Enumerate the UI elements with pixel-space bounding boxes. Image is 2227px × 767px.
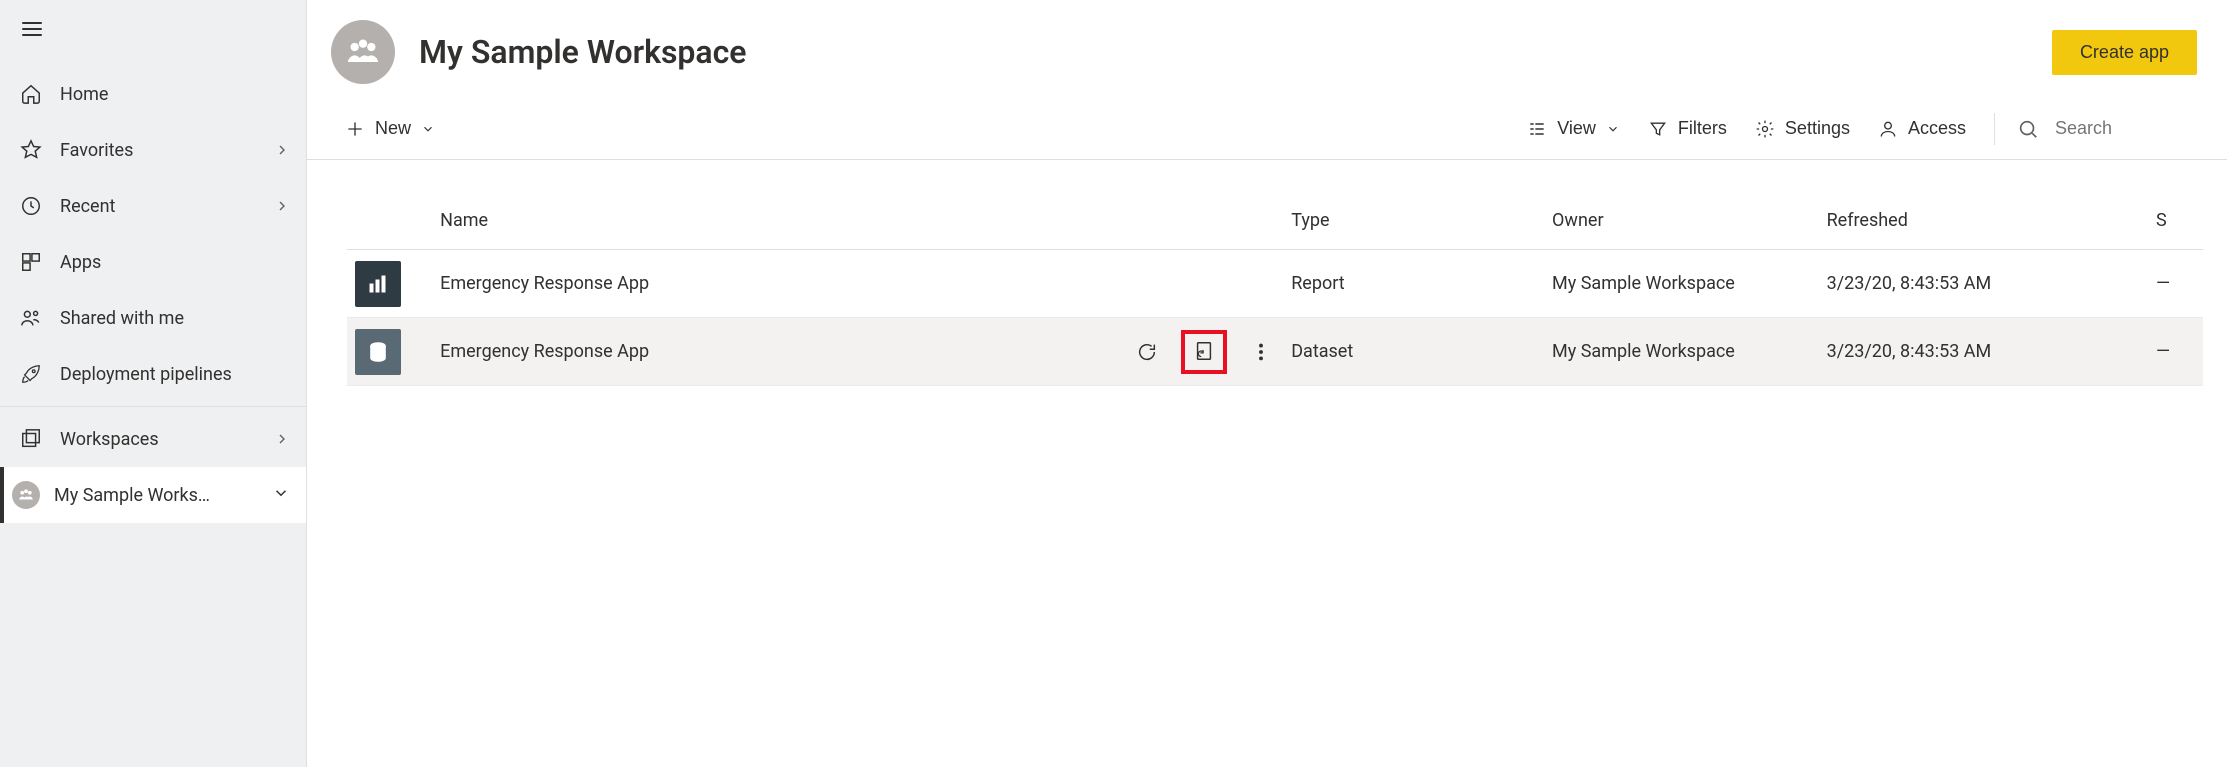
nav-label: Recent (60, 196, 274, 217)
item-refreshed: 3/23/20, 8:43:53 AM (1819, 250, 2148, 318)
apps-icon (20, 251, 42, 273)
access-button[interactable]: Access (1864, 110, 1980, 147)
item-last: — (2148, 318, 2203, 386)
search-icon (2017, 118, 2039, 140)
workspace-title: My Sample Workspace (419, 33, 2052, 71)
column-header-owner[interactable]: Owner (1544, 196, 1819, 250)
nav-home[interactable]: Home (0, 66, 306, 122)
hamburger-button[interactable] (0, 0, 306, 58)
more-vertical-icon (1250, 341, 1272, 363)
more-options-button[interactable] (1247, 338, 1275, 366)
star-icon (20, 139, 42, 161)
nav-label: Deployment pipelines (60, 364, 290, 385)
workspace-header: My Sample Workspace Create app (307, 0, 2227, 104)
rocket-icon (20, 363, 42, 385)
schedule-refresh-button[interactable] (1190, 337, 1218, 365)
refresh-now-button[interactable] (1133, 338, 1161, 366)
view-label: View (1557, 118, 1596, 139)
table-row[interactable]: Emergency Response App Report My Sample … (347, 250, 2203, 318)
nav-label: Favorites (60, 140, 274, 161)
chevron-right-icon (274, 142, 290, 158)
nav-apps[interactable]: Apps (0, 234, 306, 290)
nav-label: Shared with me (60, 308, 290, 329)
divider (0, 406, 306, 407)
column-header-last[interactable]: S (2148, 196, 2203, 250)
home-icon (20, 83, 42, 105)
access-label: Access (1908, 118, 1966, 139)
nav-recent[interactable]: Recent (0, 178, 306, 234)
new-label: New (375, 118, 411, 139)
shared-icon (20, 307, 42, 329)
column-header-type[interactable]: Type (1283, 196, 1544, 250)
nav-group: Home Favorites Recent (0, 58, 306, 402)
view-button[interactable]: View (1513, 110, 1634, 147)
search-input[interactable] (2055, 118, 2195, 139)
workspace-avatar-icon (12, 481, 40, 509)
nav-favorites[interactable]: Favorites (0, 122, 306, 178)
item-name-link[interactable]: Emergency Response App (440, 341, 649, 362)
current-workspace[interactable]: My Sample Works… (0, 467, 306, 523)
workspaces-icon (20, 428, 42, 450)
clock-icon (20, 195, 42, 217)
nav-label: Workspaces (60, 429, 274, 450)
main: My Sample Workspace Create app New View … (307, 0, 2227, 767)
content-table: Name Type Owner Refreshed S (347, 196, 2203, 386)
schedule-refresh-icon (1193, 340, 1215, 362)
item-owner: My Sample Workspace (1544, 250, 1819, 318)
search-box[interactable] (2009, 112, 2203, 146)
content-table-wrap: Name Type Owner Refreshed S (307, 160, 2227, 386)
column-header-refreshed[interactable]: Refreshed (1819, 196, 2148, 250)
filters-label: Filters (1678, 118, 1727, 139)
column-header-name[interactable]: Name (432, 196, 1063, 250)
person-icon (1878, 119, 1898, 139)
report-icon (355, 261, 401, 307)
item-refreshed: 3/23/20, 8:43:53 AM (1819, 318, 2148, 386)
highlight-annotation (1181, 330, 1227, 374)
dataset-icon (355, 329, 401, 375)
row-actions (1133, 330, 1275, 374)
item-last: — (2148, 250, 2203, 318)
settings-label: Settings (1785, 118, 1850, 139)
settings-button[interactable]: Settings (1741, 110, 1864, 147)
nav-shared[interactable]: Shared with me (0, 290, 306, 346)
chevron-down-icon (272, 484, 290, 506)
item-type: Dataset (1283, 318, 1544, 386)
refresh-icon (1136, 341, 1158, 363)
chevron-right-icon (274, 198, 290, 214)
item-owner: My Sample Workspace (1544, 318, 1819, 386)
plus-icon (345, 119, 365, 139)
hamburger-icon (20, 17, 44, 41)
sidebar: Home Favorites Recent (0, 0, 307, 767)
table-row[interactable]: Emergency Response App (347, 318, 2203, 386)
divider (1994, 113, 1995, 145)
current-workspace-label: My Sample Works… (54, 485, 272, 506)
list-view-icon (1527, 119, 1547, 139)
chevron-right-icon (274, 431, 290, 447)
workspace-avatar-large-icon (331, 20, 395, 84)
filters-button[interactable]: Filters (1634, 110, 1741, 147)
new-button[interactable]: New (331, 110, 449, 147)
item-name-link[interactable]: Emergency Response App (440, 273, 649, 294)
nav-label: Apps (60, 252, 290, 273)
chevron-down-icon (1606, 122, 1620, 136)
filter-icon (1648, 119, 1668, 139)
nav-deployment-pipelines[interactable]: Deployment pipelines (0, 346, 306, 402)
create-app-button[interactable]: Create app (2052, 30, 2197, 75)
gear-icon (1755, 119, 1775, 139)
toolbar: New View Filters Settings Access (307, 104, 2227, 160)
nav-label: Home (60, 84, 290, 105)
item-type: Report (1283, 250, 1544, 318)
chevron-down-icon (421, 122, 435, 136)
nav-workspaces[interactable]: Workspaces (0, 411, 306, 467)
